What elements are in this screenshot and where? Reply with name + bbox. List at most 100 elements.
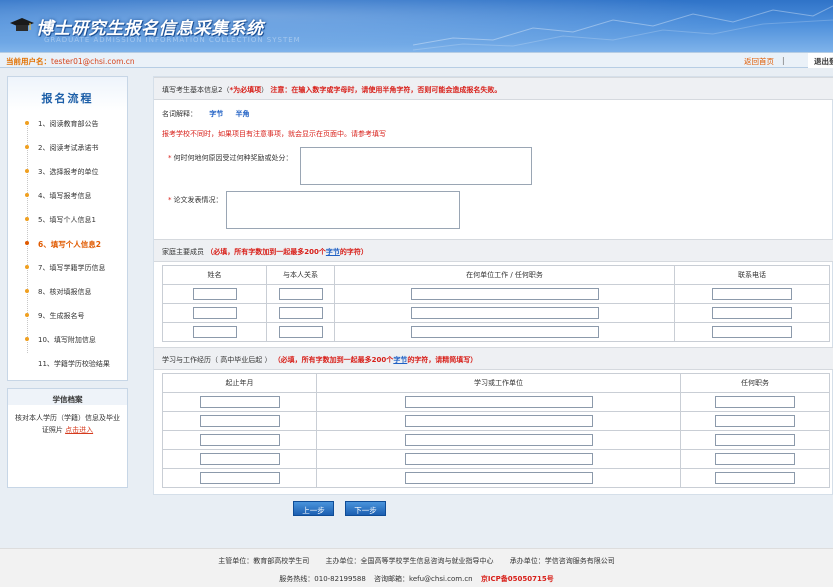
table-cell (680, 430, 830, 450)
table-cell (162, 468, 317, 488)
papers-label: * 论文发表情况： (168, 195, 223, 205)
family-work-input[interactable] (410, 325, 599, 338)
table-cell (162, 430, 317, 450)
experience-byte-link[interactable]: 字节 (393, 356, 407, 364)
position-input[interactable] (715, 414, 795, 427)
home-link[interactable]: 返回首页 (744, 56, 774, 67)
section-basic-info: 填写考生基本信息2（*为必填项） 注意：在输入数字或字母时，请使用半角字符，否则… (154, 77, 833, 100)
column-header: 联系电话 (674, 265, 830, 285)
archive-link[interactable]: 点击进入 (65, 426, 93, 434)
step-label: 8、核对填报信息 (38, 288, 92, 296)
bullet-icon (25, 265, 29, 269)
table-cell (316, 430, 681, 450)
unit-input[interactable] (404, 471, 593, 484)
column-header: 任何职务 (680, 373, 830, 393)
rewards-textarea[interactable] (300, 147, 532, 185)
period-input[interactable] (199, 452, 280, 465)
position-input[interactable] (715, 452, 795, 465)
bullet-icon (25, 337, 29, 341)
family-name-input[interactable] (192, 287, 237, 300)
column-header: 姓名 (162, 265, 267, 285)
table-cell (680, 392, 830, 412)
family-warning-post: 的字符） (339, 248, 368, 256)
period-input[interactable] (199, 395, 280, 408)
position-input[interactable] (715, 395, 795, 408)
glossary-link-byte[interactable]: 字节 (209, 110, 223, 118)
step-item: 5、填写个人信息1 (8, 207, 127, 231)
period-input[interactable] (199, 414, 280, 427)
school-note: 报考学校不同时，如果项目有注意事项，就会显示在页面中。请参考填写 (162, 130, 386, 138)
unit-input[interactable] (404, 395, 593, 408)
table-cell (674, 322, 830, 342)
table-cell (316, 392, 681, 412)
position-input[interactable] (715, 471, 795, 484)
table-header-row: 姓名 与本人关系 在何单位工作 / 任何职务 联系电话 (162, 265, 830, 285)
period-input[interactable] (199, 471, 280, 484)
family-relation-input[interactable] (278, 287, 323, 300)
column-header: 学习或工作单位 (316, 373, 681, 393)
table-row (162, 284, 830, 304)
user-bar: 当前用户名：tester01@chsi.com.cn 返回首页 | 退出登录 (0, 52, 833, 69)
table-header-row: 起止年月 学习或工作单位 任何职务 (162, 373, 830, 393)
unit-input[interactable] (404, 452, 593, 465)
experience-warning-post: 的字符，请精简填写） (407, 356, 478, 364)
family-phone-input[interactable] (712, 306, 792, 319)
family-name-input[interactable] (192, 325, 237, 338)
step-item: 2、阅读考试承诺书 (8, 135, 127, 159)
userbar-separator: | (782, 56, 785, 65)
table-cell (680, 411, 830, 431)
family-phone-input[interactable] (712, 325, 792, 338)
site-subtitle: GRADUATE ADMISSION INFORMATION COLLECTIO… (44, 36, 301, 44)
step-label: 3、选择报考的单位 (38, 168, 99, 176)
footer-icp[interactable]: 京ICP备05050715号 (481, 575, 554, 583)
footer-line-1: 主管单位：教育部高校学生司 主办单位：全国高等学校学生信息咨询与就业指导中心 承… (0, 556, 833, 566)
bullet-icon (25, 169, 29, 173)
glossary-row: 名词解释： 字节 半角 (162, 109, 249, 119)
family-title: 家庭主要成员 (162, 248, 204, 256)
bullet-icon (25, 145, 29, 149)
table-cell (674, 284, 830, 304)
step-item: 1、阅读教育部公告 (8, 111, 127, 135)
family-byte-link[interactable]: 字节 (326, 248, 340, 256)
section-family: 家庭主要成员 （必填，所有字数加到一起最多200个字节的字符） (154, 239, 833, 262)
family-name-input[interactable] (192, 306, 237, 319)
table-cell (162, 392, 317, 412)
position-input[interactable] (715, 433, 795, 446)
step-item: 10、填写附加信息 (8, 327, 127, 351)
family-phone-input[interactable] (712, 287, 792, 300)
step-item: 3、选择报考的单位 (8, 159, 127, 183)
papers-textarea[interactable] (226, 191, 460, 229)
step-label: 1、阅读教育部公告 (38, 120, 99, 128)
table-row (162, 449, 830, 469)
family-warning-pre: （必填，所有字数加到一起最多200个 (206, 248, 326, 256)
unit-input[interactable] (404, 414, 593, 427)
glossary-label: 名词解释： (162, 110, 197, 118)
step-item: 7、填写学籍学历信息 (8, 255, 127, 279)
experience-table: 起止年月 学习或工作单位 任何职务 (162, 373, 830, 488)
footer-host: 主办单位：全国高等学校学生信息咨询与就业指导中心 (325, 557, 494, 565)
process-steps: 1、阅读教育部公告 2、阅读考试承诺书 3、选择报考的单位 4、填写报考信息 5… (8, 111, 127, 375)
family-relation-input[interactable] (278, 325, 323, 338)
family-relation-input[interactable] (278, 306, 323, 319)
previous-step-button[interactable]: 上一步 (293, 501, 334, 516)
table-row (162, 430, 830, 450)
family-work-input[interactable] (410, 287, 599, 300)
required-star: * (168, 154, 172, 162)
table-cell (316, 449, 681, 469)
section1-title: 填写考生基本信息2（ (162, 86, 230, 94)
archive-panel: 学信档案 核对本人学历（学籍）信息及毕业证照片 点击进入 (7, 388, 128, 488)
logout-link[interactable]: 退出登录 (808, 53, 833, 69)
table-row (162, 303, 830, 323)
bullet-icon (25, 193, 29, 197)
unit-input[interactable] (404, 433, 593, 446)
period-input[interactable] (199, 433, 280, 446)
table-cell (316, 468, 681, 488)
glossary-link-halfwidth[interactable]: 半角 (235, 110, 249, 118)
step-label: 6、填写个人信息2 (38, 240, 101, 249)
next-step-button[interactable]: 下一步 (345, 501, 386, 516)
archive-text: 核对本人学历（学籍）信息及毕业证照片 点击进入 (8, 405, 127, 436)
site-footer: 主管单位：教育部高校学生司 主办单位：全国高等学校学生信息咨询与就业指导中心 承… (0, 548, 833, 587)
table-cell (266, 284, 335, 304)
experience-warning-pre: （必填，所有字数加到一起最多200个 (273, 356, 394, 364)
family-work-input[interactable] (410, 306, 599, 319)
